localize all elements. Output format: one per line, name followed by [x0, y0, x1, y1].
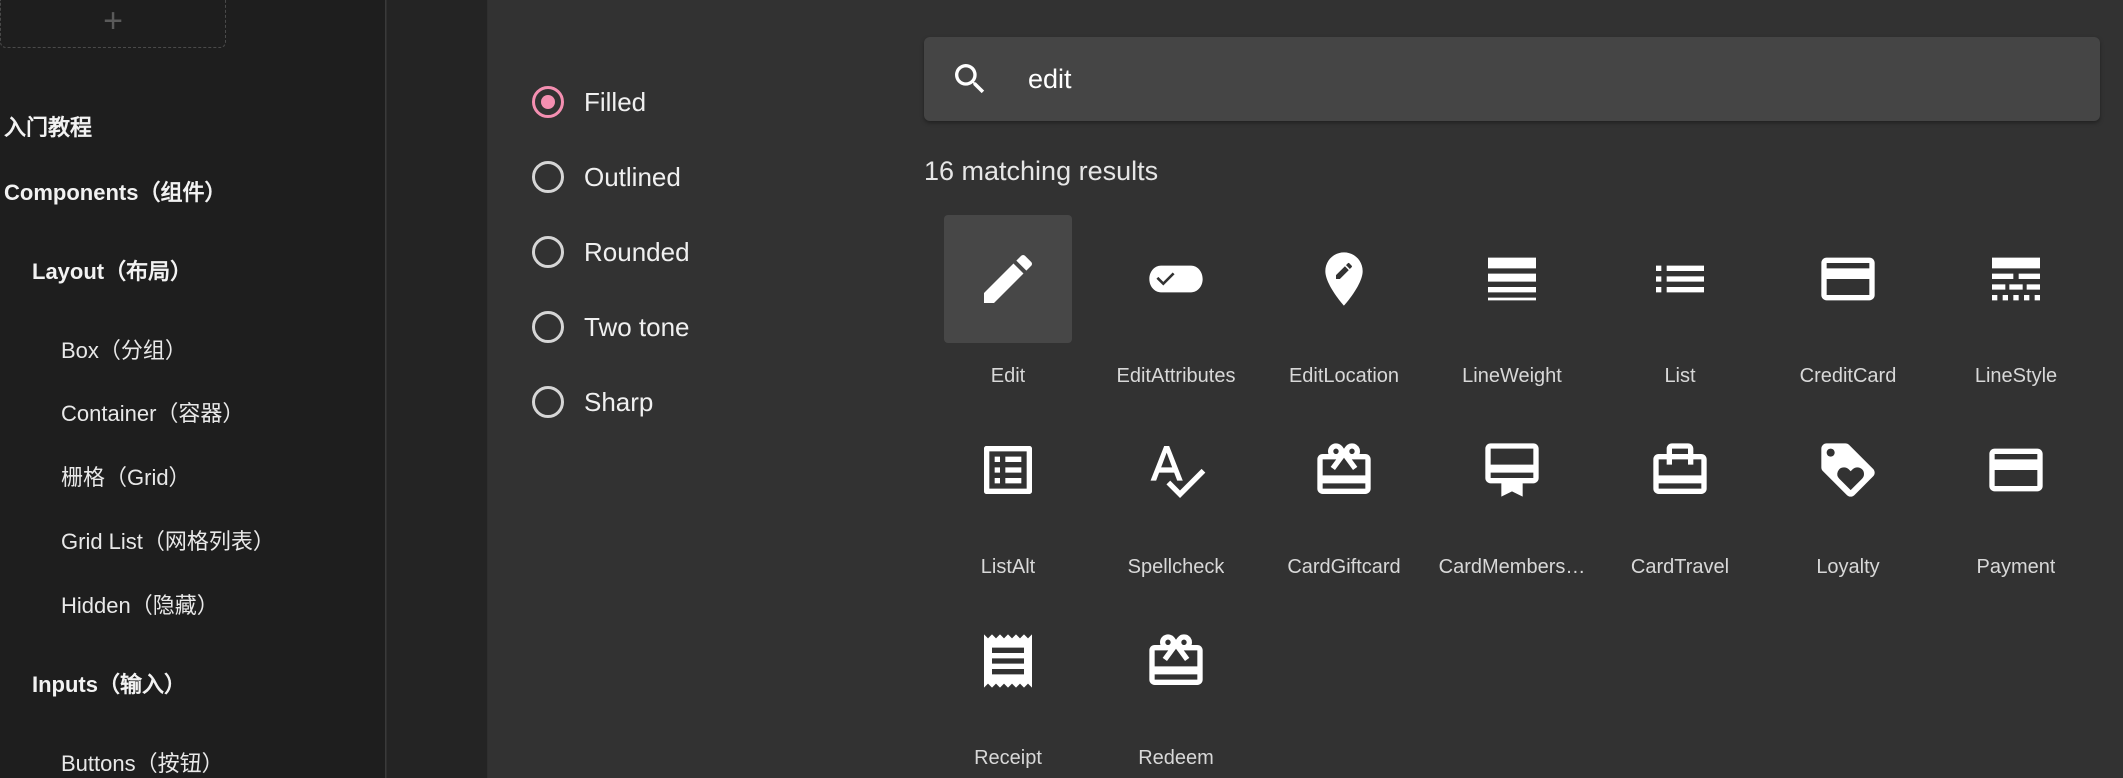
icon-label: Edit — [990, 365, 1026, 387]
radio-two-tone[interactable]: Two tone — [532, 307, 690, 347]
search-icon — [955, 64, 985, 94]
icon-label: Spellcheck — [1127, 556, 1225, 578]
sidebar-item-inputs[interactable]: Inputs（输入） — [32, 667, 186, 699]
icon-label: List — [1664, 365, 1696, 387]
sidebar: + 入门教程 Components（组件） Layout（布局） Box（分组）… — [0, 0, 386, 778]
edit-attributes-icon — [1149, 265, 1203, 293]
icon-result-edit-attributes[interactable]: EditAttributes — [1112, 215, 1240, 395]
main-content: Filled Outlined Rounded Two tone Sharp 1… — [488, 0, 2123, 778]
sidebar-item-grid-list[interactable]: Grid List（网格列表） — [61, 524, 275, 556]
icon-result-redeem[interactable]: Redeem — [1112, 597, 1240, 777]
search-input[interactable] — [1028, 63, 2028, 95]
payment-icon — [1989, 448, 2043, 492]
add-button[interactable]: + — [0, 0, 226, 48]
radio-checked-icon — [532, 86, 564, 118]
line-weight-icon — [1488, 257, 1536, 301]
icon-result-loyalty[interactable]: Loyalty — [1784, 406, 1912, 586]
icon-tile — [1112, 406, 1240, 534]
icon-tile — [1112, 215, 1240, 343]
icon-result-receipt[interactable]: Receipt — [944, 597, 1072, 777]
icon-label: LineWeight — [1462, 365, 1562, 387]
icon-result-card-membership[interactable]: CardMembers… — [1439, 406, 1585, 586]
icon-label: CreditCard — [1799, 365, 1897, 387]
icon-label: LineStyle — [1974, 365, 2058, 387]
icon-label: CardMembers… — [1438, 556, 1586, 578]
sidebar-item-hidden[interactable]: Hidden（隐藏） — [61, 588, 219, 620]
icon-tile — [944, 215, 1072, 343]
icon-label: Receipt — [974, 747, 1042, 769]
icon-label: ListAlt — [980, 556, 1036, 578]
sidebar-item-layout[interactable]: Layout（布局） — [32, 254, 192, 286]
sidebar-item-getting-started[interactable]: 入门教程 — [4, 110, 92, 142]
credit-card-icon — [1821, 257, 1875, 301]
icon-tile — [1784, 406, 1912, 534]
icon-tile — [1280, 406, 1408, 534]
icon-label: Redeem — [1138, 747, 1214, 769]
card-travel-icon — [1653, 443, 1707, 494]
plus-icon: + — [103, 1, 123, 40]
sidebar-item-components[interactable]: Components（组件） — [4, 175, 226, 207]
radio-unchecked-icon — [532, 386, 564, 418]
spellcheck-icon — [1150, 446, 1206, 498]
icon-tile — [1280, 215, 1408, 343]
icon-label: CardTravel — [1630, 556, 1730, 578]
radio-label: Rounded — [584, 236, 690, 267]
icon-result-line-style[interactable]: LineStyle — [1952, 215, 2080, 395]
icon-tile — [1952, 406, 2080, 534]
radio-outlined[interactable]: Outlined — [532, 157, 681, 197]
loyalty-icon — [1821, 443, 1875, 497]
icon-tile — [1784, 215, 1912, 343]
radio-unchecked-icon — [532, 161, 564, 193]
card-giftcard-icon — [1317, 443, 1371, 494]
redeem-icon — [1149, 634, 1203, 685]
sidebar-item-buttons[interactable]: Buttons（按钮） — [61, 746, 224, 778]
sidebar-item-box[interactable]: Box（分组） — [61, 333, 187, 365]
card-membership-icon — [1485, 443, 1539, 497]
search-bar[interactable] — [924, 37, 2100, 121]
line-style-icon — [1992, 257, 2040, 301]
edit-icon — [984, 254, 1033, 303]
radio-rounded[interactable]: Rounded — [532, 232, 690, 272]
sidebar-gutter — [387, 0, 487, 778]
radio-label: Filled — [584, 86, 647, 117]
icon-result-edit-location[interactable]: EditLocation — [1280, 215, 1408, 395]
icon-tile — [1952, 215, 2080, 343]
sidebar-item-grid[interactable]: 栅格（Grid） — [61, 460, 191, 492]
icon-tile — [944, 406, 1072, 534]
icon-result-payment[interactable]: Payment — [1952, 406, 2080, 586]
icon-tile — [944, 597, 1072, 725]
results-count: 16 matching results — [924, 156, 1159, 186]
icon-result-card-giftcard[interactable]: CardGiftcard — [1280, 406, 1408, 586]
radio-unchecked-icon — [532, 236, 564, 268]
icon-tile — [1112, 597, 1240, 725]
icon-tile — [1616, 406, 1744, 534]
icon-tile — [1448, 215, 1576, 343]
radio-label: Outlined — [584, 161, 681, 192]
radio-label: Two tone — [584, 311, 690, 342]
icon-result-card-travel[interactable]: CardTravel — [1616, 406, 1744, 586]
icon-result-list-alt[interactable]: ListAlt — [944, 406, 1072, 586]
icon-label: CardGiftcard — [1287, 556, 1401, 578]
radio-sharp[interactable]: Sharp — [532, 382, 653, 422]
icon-result-edit[interactable]: Edit — [944, 215, 1072, 395]
radio-unchecked-icon — [532, 311, 564, 343]
icon-result-credit-card[interactable]: CreditCard — [1784, 215, 1912, 395]
icon-tile — [1616, 215, 1744, 343]
icon-label: EditLocation — [1288, 365, 1400, 387]
list-icon — [1656, 265, 1704, 293]
edit-location-icon — [1325, 252, 1363, 306]
sidebar-item-container[interactable]: Container（容器） — [61, 396, 244, 428]
icon-result-spellcheck[interactable]: Spellcheck — [1112, 406, 1240, 586]
list-alt-icon — [984, 446, 1032, 494]
radio-filled[interactable]: Filled — [532, 82, 646, 122]
receipt-icon — [984, 634, 1032, 688]
icon-label: Payment — [1976, 556, 2056, 578]
icon-result-line-weight[interactable]: LineWeight — [1448, 215, 1576, 395]
icon-tile — [1448, 406, 1576, 534]
icon-label: Loyalty — [1816, 556, 1880, 578]
radio-label: Sharp — [584, 386, 654, 417]
icon-label: EditAttributes — [1116, 365, 1236, 387]
icon-result-list[interactable]: List — [1616, 215, 1744, 395]
